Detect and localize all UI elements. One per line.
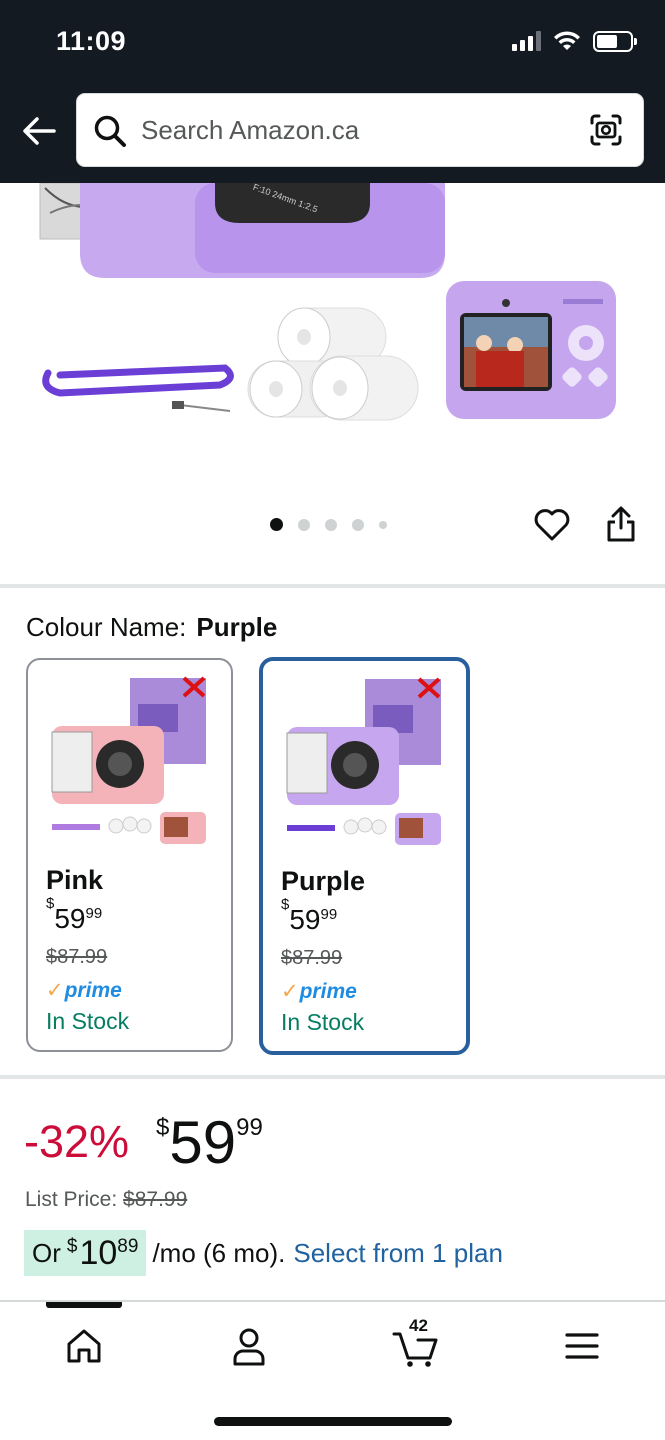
search-icon: [94, 115, 126, 147]
pagination-dot[interactable]: [352, 518, 364, 531]
swatch-image-pink: [51, 676, 206, 844]
list-price-row: List Price: $87.99: [25, 1188, 187, 1212]
price-dollars: 59: [169, 1109, 237, 1176]
pagination-dot[interactable]: [379, 520, 387, 529]
pagination-dot[interactable]: [298, 518, 310, 531]
current-price: $5999: [156, 1108, 263, 1177]
section-divider: [0, 584, 665, 588]
colour-swatch-pink[interactable]: Pink $5999 $87.99 ✓prime In Stock: [26, 658, 233, 1052]
gallery-pagination[interactable]: [270, 518, 387, 531]
price-cents: 99: [320, 906, 338, 923]
back-arrow-icon[interactable]: [22, 116, 56, 146]
list-price-label: List Price:: [25, 1188, 118, 1211]
top-header: 11:09: [0, 0, 665, 183]
swatch-list-price: $87.99: [281, 947, 343, 969]
colour-name-row: Colour Name: Purple: [26, 612, 277, 643]
swatch-stock-status: In Stock: [46, 1008, 130, 1034]
swatch-image-purple: [286, 677, 441, 845]
pagination-dot-active[interactable]: [270, 518, 283, 531]
search-input[interactable]: [141, 94, 581, 166]
pagination-dot[interactable]: [325, 518, 337, 531]
list-price-value: $87.99: [123, 1188, 188, 1211]
prime-check-icon: ✓: [281, 980, 299, 1003]
select-plan-link[interactable]: Select from 1 plan: [293, 1238, 503, 1269]
prime-badge: ✓prime: [46, 978, 122, 1003]
product-image: F:10 24mm 1:2.5: [39, 183, 616, 421]
prime-text: prime: [64, 979, 122, 1002]
search-bar[interactable]: [76, 93, 644, 167]
status-time: 11:09: [56, 26, 127, 56]
monthly-cents: 89: [117, 1236, 139, 1257]
price-currency: $: [281, 895, 290, 913]
swatch-name: Pink: [46, 865, 104, 895]
monthly-payment-highlight: Or $10 89: [24, 1230, 147, 1276]
home-icon[interactable]: [62, 1324, 106, 1368]
colour-swatch-purple[interactable]: Purple $5999 $87.99 ✓prime In Stock: [259, 657, 470, 1055]
swatch-price: $5999: [281, 896, 338, 936]
camera-search-icon[interactable]: [589, 113, 623, 147]
monthly-suffix: /mo (6 mo).: [152, 1237, 286, 1268]
prime-badge: ✓prime: [281, 979, 357, 1004]
monthly-amount: 10: [79, 1233, 118, 1272]
swatch-price: $5999: [46, 895, 103, 935]
monthly-prefix: Or: [32, 1237, 61, 1268]
menu-icon[interactable]: [560, 1324, 604, 1368]
prime-check-icon: ✓: [46, 979, 64, 1002]
price-cents: 99: [236, 1114, 263, 1141]
price-cents: 99: [85, 905, 103, 922]
cellular-signal-icon: [512, 31, 541, 51]
swatch-stock-status: In Stock: [281, 1009, 365, 1035]
discount-percentage: -32%: [24, 1116, 130, 1167]
section-divider: [0, 1075, 665, 1079]
cart-count-badge: 42: [409, 1316, 428, 1335]
colour-name-label: Colour Name:: [26, 612, 187, 642]
active-tab-indicator: [46, 1302, 122, 1308]
wifi-icon: [554, 31, 580, 50]
price-currency: $: [156, 1114, 170, 1141]
price-dollars: 59: [289, 904, 321, 935]
battery-icon: [593, 30, 637, 52]
swatch-name: Purple: [281, 866, 366, 896]
price-currency: $: [46, 894, 55, 912]
wishlist-heart-icon[interactable]: [533, 506, 571, 544]
monthly-currency: $: [66, 1236, 78, 1257]
monthly-payment-row: Or $10 89 /mo (6 mo). Select from 1 plan: [24, 1230, 503, 1276]
home-indicator-bar: [214, 1417, 452, 1426]
share-icon[interactable]: [603, 504, 639, 544]
prime-text: prime: [299, 980, 357, 1003]
swatch-list-price: $87.99: [46, 946, 108, 968]
price-dollars: 59: [54, 903, 86, 934]
selected-colour-value: Purple: [196, 612, 278, 642]
status-icons: [512, 30, 637, 52]
account-icon[interactable]: [227, 1324, 271, 1368]
